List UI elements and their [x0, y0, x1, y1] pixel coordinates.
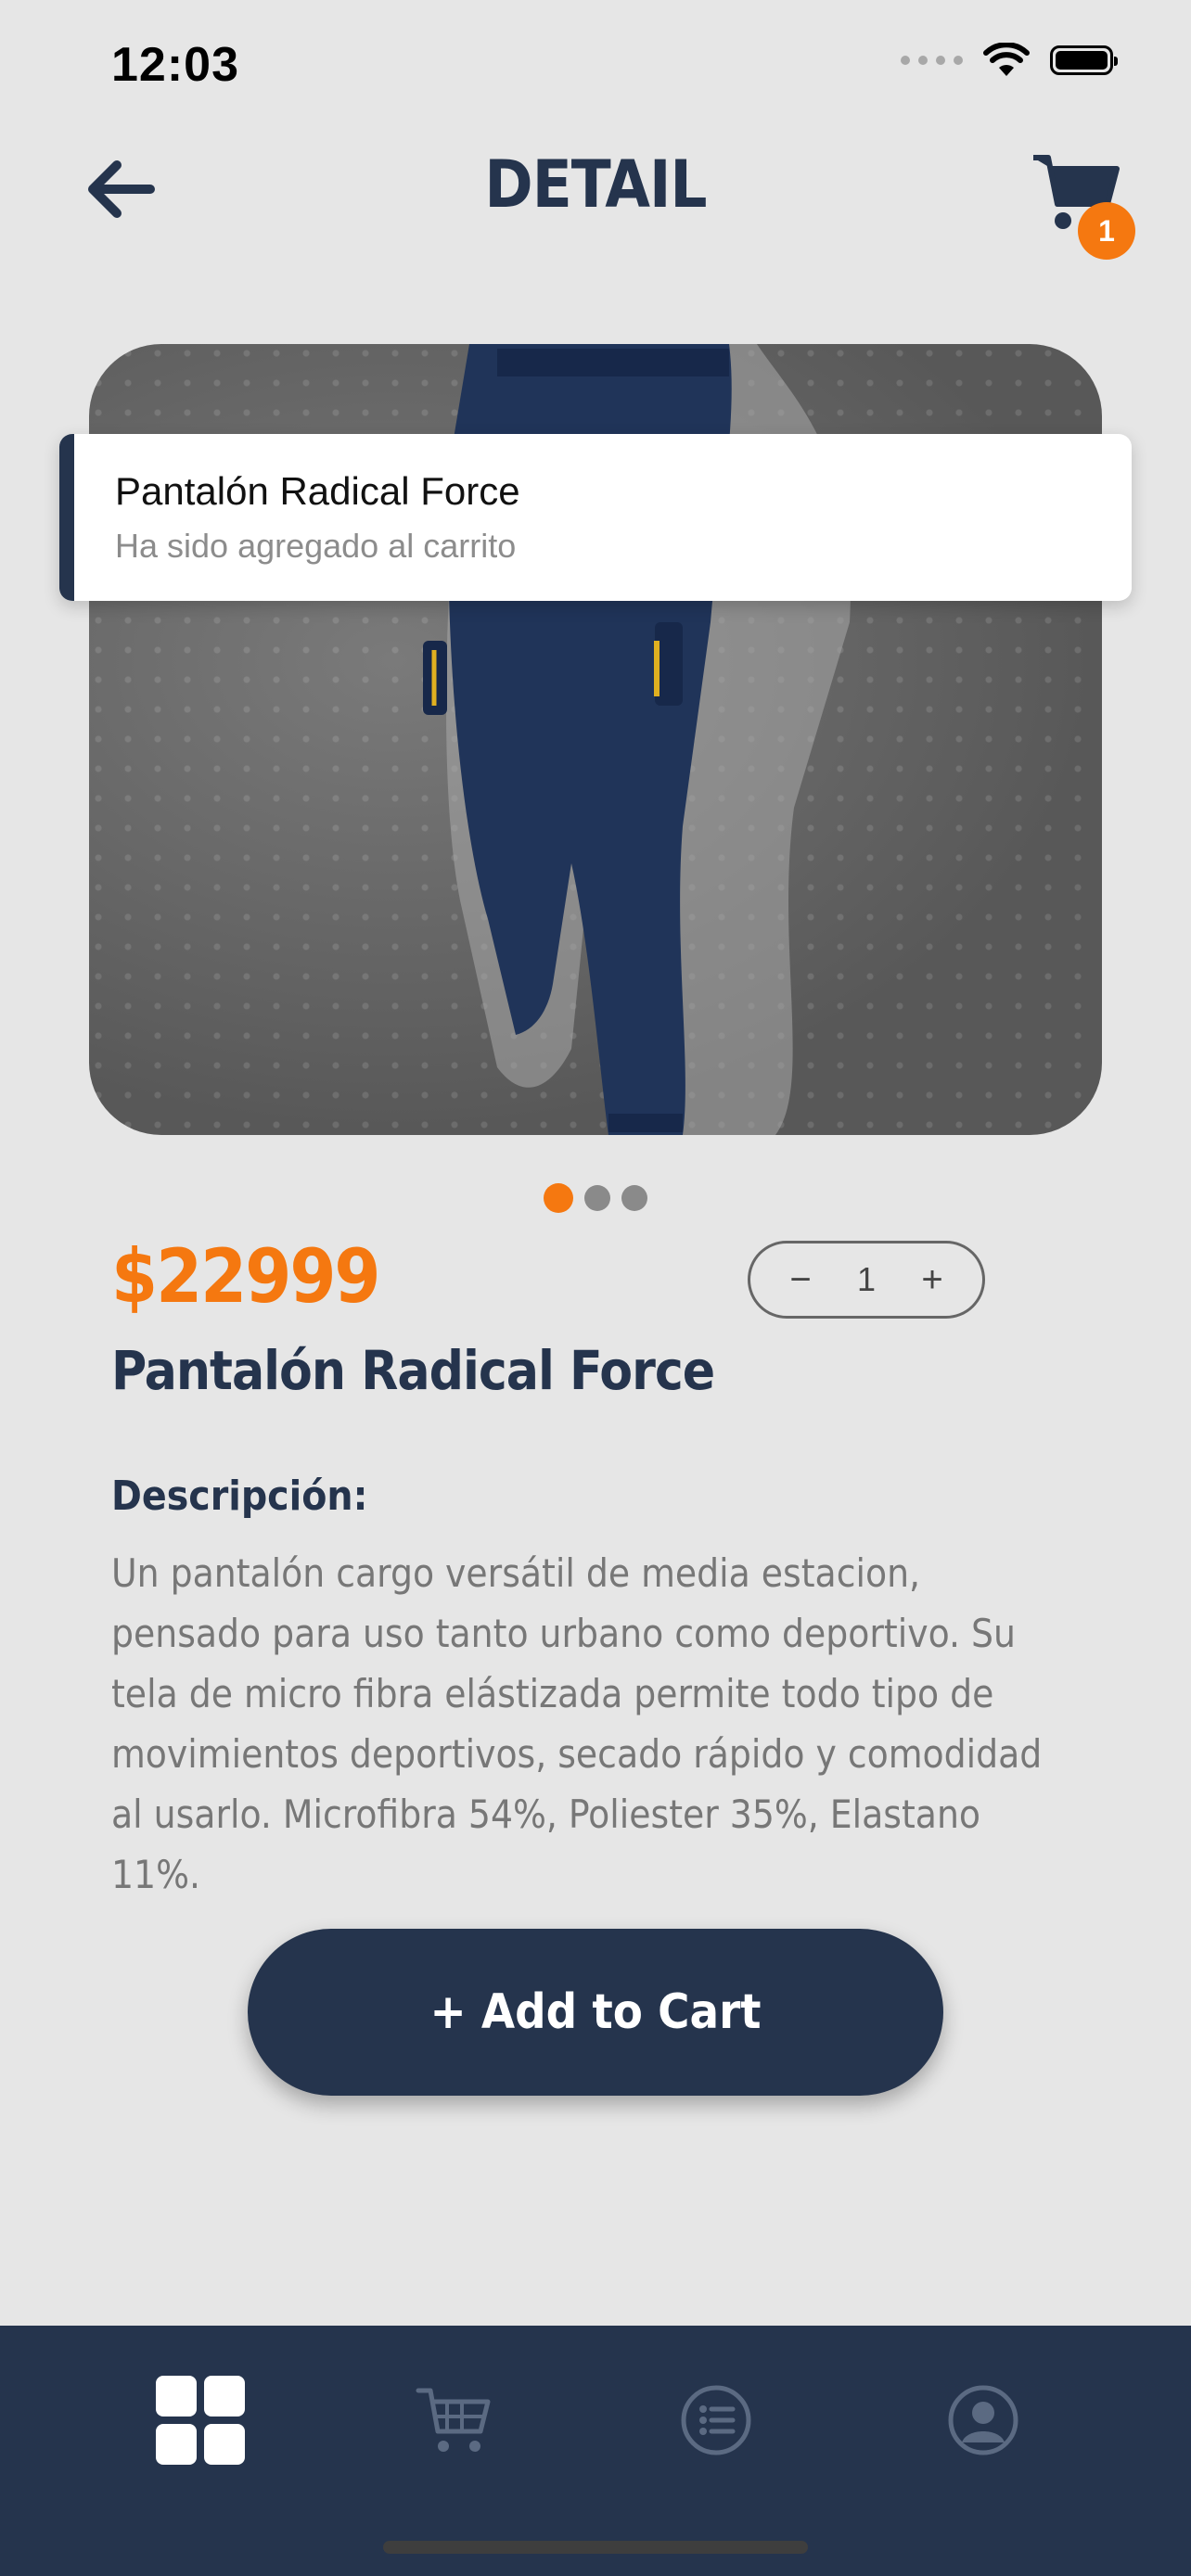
bottom-tab-bar [0, 2326, 1191, 2576]
list-icon [681, 2385, 751, 2455]
increase-quantity-button[interactable]: + [914, 1259, 951, 1301]
tab-home[interactable] [145, 2365, 256, 2476]
decrease-quantity-button[interactable]: − [782, 1259, 819, 1301]
quantity-stepper: − 1 + [748, 1241, 985, 1319]
toast-message: Ha sido agregado al carrito [115, 527, 517, 565]
page-dot-3[interactable] [621, 1185, 647, 1211]
user-icon [948, 2385, 1018, 2455]
signal-icon [901, 56, 963, 65]
product-price: $22999 [111, 1233, 380, 1320]
page-title: DETAIL [484, 147, 707, 223]
tab-cart[interactable] [399, 2365, 510, 2476]
toast-title: Pantalón Radical Force [115, 469, 520, 513]
description-text: Un pantalón cargo versátil de media esta… [111, 1550, 1043, 1897]
added-to-cart-toast[interactable]: Pantalón Radical Force Ha sido agregado … [59, 434, 1132, 601]
add-to-cart-button[interactable]: + Add to Cart [248, 1929, 943, 2096]
cart-count-badge: 1 [1078, 202, 1135, 260]
product-name: Pantalón Radical Force [111, 1339, 715, 1402]
home-indicator [383, 2541, 808, 2554]
status-time: 12:03 [111, 38, 239, 92]
status-icons [901, 43, 1118, 78]
grid-icon [156, 2376, 245, 2465]
battery-icon [1050, 45, 1118, 75]
tab-orders[interactable] [660, 2365, 772, 2476]
description-label: Descripción: [111, 1473, 368, 1520]
tab-profile[interactable] [928, 2365, 1039, 2476]
wifi-icon [983, 43, 1030, 76]
toast-accent-bar [59, 434, 74, 601]
carousel-pagination [0, 1183, 1191, 1213]
page-dot-1[interactable] [544, 1183, 573, 1213]
cart-icon [416, 2388, 491, 2452]
page-dot-2[interactable] [584, 1185, 610, 1211]
quantity-value: 1 [856, 1260, 877, 1298]
